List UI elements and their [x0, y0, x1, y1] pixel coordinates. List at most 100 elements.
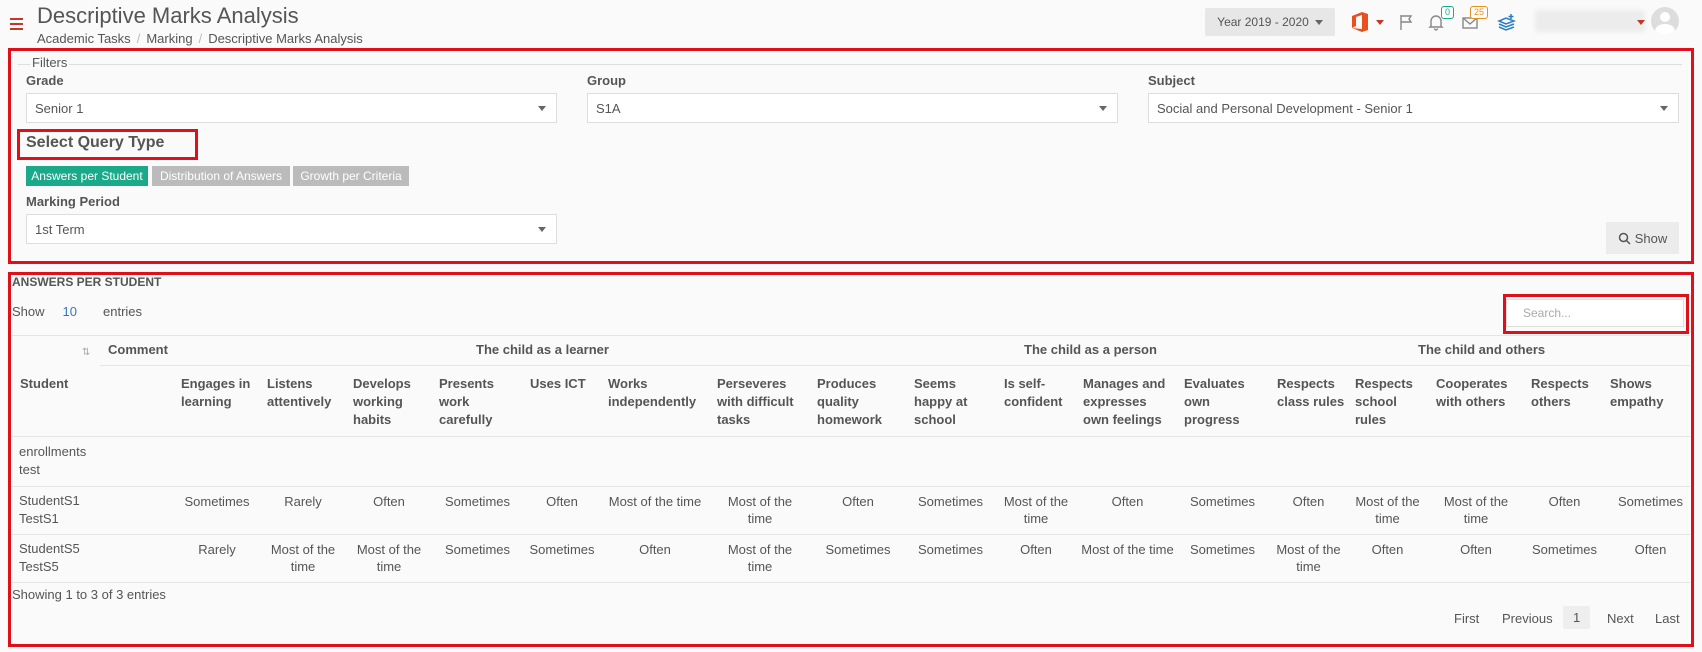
table-border — [12, 582, 1690, 583]
avatar[interactable] — [1651, 7, 1679, 35]
column-header[interactable]: Respects others — [1531, 375, 1601, 411]
table-cell: Often — [639, 542, 671, 557]
bell-icon[interactable]: 0 — [1424, 6, 1454, 34]
table-cell: Most of the time — [608, 494, 702, 509]
breadcrumb-item[interactable]: Marking — [146, 31, 192, 46]
envelope-icon[interactable]: 25 — [1458, 6, 1488, 34]
student-name: StudentS1 TestS1 — [19, 493, 80, 526]
student-name: enrollments test — [19, 444, 87, 477]
breadcrumb: Academic Tasks / Marking / Descriptive Marks… — [37, 31, 363, 46]
show-button[interactable]: Show — [1606, 222, 1679, 254]
table-cell: Sometimes — [917, 542, 984, 557]
column-header[interactable]: Manages and expresses own feelings — [1083, 375, 1168, 429]
entries-length: Show 10 entries — [12, 304, 142, 319]
table-cell: Sometimes — [529, 542, 595, 557]
show-label: Show — [12, 304, 45, 319]
table-cell: Often — [1634, 542, 1667, 557]
table-cell: Most of the time — [1355, 494, 1420, 526]
grade-select[interactable]: Senior 1 — [26, 93, 557, 123]
table-cell: Most of the time — [727, 542, 793, 574]
table-border — [12, 486, 1690, 487]
table-cell: Sometimes — [1531, 542, 1598, 557]
table-cell: Often — [373, 494, 405, 509]
marking-period-select[interactable]: 1st Term — [26, 214, 557, 244]
year-selector[interactable]: Year 2019 - 2020 — [1205, 8, 1335, 36]
group-select[interactable]: S1A — [587, 93, 1118, 123]
sort-icon[interactable]: ⇅ — [82, 347, 90, 358]
grade-label: Grade — [26, 73, 64, 88]
pagination-previous[interactable]: Previous — [1502, 611, 1553, 626]
chevron-down-icon — [538, 227, 546, 232]
year-label: Year 2019 - 2020 — [1217, 15, 1309, 29]
table-cell: Most of the time — [1443, 494, 1509, 526]
table-cell: Sometimes — [184, 494, 250, 509]
column-header[interactable]: Shows empathy — [1610, 375, 1680, 411]
column-header[interactable]: Seems happy at school — [914, 375, 994, 429]
entries-select[interactable]: 10 — [63, 304, 77, 319]
page-title: Descriptive Marks Analysis — [37, 3, 299, 28]
chevron-down-icon — [1660, 106, 1668, 111]
subject-label: Subject — [1148, 73, 1195, 88]
query-growth-button[interactable]: Growth per Criteria — [293, 166, 409, 186]
search-placeholder: Search... — [1523, 306, 1572, 320]
marking-period-label: Marking Period — [26, 194, 120, 209]
table-cell: Often — [1460, 542, 1492, 557]
show-button-label: Show — [1634, 230, 1668, 246]
column-header[interactable]: Works independently — [608, 375, 703, 411]
table-cell: Sometimes — [444, 542, 511, 557]
group-header-learner: The child as a learner — [476, 342, 609, 357]
user-caret-icon[interactable] — [1637, 20, 1645, 25]
pagination-next[interactable]: Next — [1607, 611, 1634, 626]
table-border — [12, 534, 1690, 535]
table-cell: Rarely — [284, 494, 322, 509]
query-answers-per-student-button[interactable]: Answers per Student — [26, 166, 148, 186]
column-header[interactable]: Produces quality homework — [817, 375, 897, 429]
column-header[interactable]: Uses ICT — [530, 375, 590, 393]
subject-select[interactable]: Social and Personal Development - Senior… — [1148, 93, 1679, 123]
group-header-person: The child as a person — [1024, 342, 1157, 357]
chevron-down-icon — [538, 106, 546, 111]
table-cell: Most of the time — [356, 542, 422, 574]
column-header[interactable]: Cooperates with others — [1436, 375, 1521, 411]
table-border — [12, 335, 1690, 336]
group-label: Group — [587, 73, 626, 88]
filters-legend: Filters — [30, 55, 70, 70]
office-icon[interactable] — [1348, 10, 1372, 34]
column-header[interactable]: Respects school rules — [1355, 375, 1425, 429]
messages-badge: 25 — [1469, 6, 1488, 19]
column-header[interactable]: Develops working habits — [353, 375, 423, 429]
group-header-others: The child and others — [1418, 342, 1546, 357]
office-caret-icon[interactable] — [1376, 20, 1384, 25]
section-title: ANSWERS PER STUDENT — [12, 275, 162, 289]
table-cell: Most of the time — [1003, 494, 1069, 526]
column-header[interactable]: Engages in learning — [181, 375, 251, 411]
column-header[interactable]: Respects class rules — [1277, 375, 1347, 411]
search-input[interactable]: Search... — [1506, 299, 1684, 327]
group-value: S1A — [596, 100, 621, 116]
table-cell: Often — [1020, 542, 1052, 557]
table-cell: Sometimes — [444, 494, 511, 509]
entries-label: entries — [103, 304, 143, 319]
query-distribution-button[interactable]: Distribution of Answers — [152, 166, 290, 186]
pagination-first[interactable]: First — [1454, 611, 1479, 626]
table-cell: Sometimes — [1189, 494, 1256, 509]
breadcrumb-item[interactable]: Academic Tasks — [37, 31, 131, 46]
column-header[interactable]: Perseveres with difficult tasks — [717, 375, 802, 429]
table-cell: Sometimes — [1617, 494, 1684, 509]
grade-value: Senior 1 — [35, 100, 84, 116]
column-header[interactable]: Evaluates own progress — [1184, 375, 1254, 429]
layers-add-icon[interactable] — [1495, 10, 1519, 34]
table-cell: Often — [1371, 542, 1404, 557]
column-header[interactable]: Presents work carefully — [439, 375, 509, 429]
query-type-title: Select Query Type — [26, 134, 165, 151]
user-name[interactable] — [1535, 10, 1645, 32]
flag-icon[interactable] — [1395, 10, 1419, 34]
results-highlight — [8, 272, 1694, 647]
column-header[interactable]: Listens attentively — [267, 375, 337, 411]
table-cell: Often — [1548, 494, 1581, 509]
pagination-last[interactable]: Last — [1655, 611, 1680, 626]
pagination-current[interactable]: 1 — [1563, 606, 1591, 629]
menu-icon[interactable] — [10, 18, 23, 33]
column-header[interactable]: Is self-confident — [1004, 375, 1072, 411]
student-header[interactable]: Student — [20, 376, 68, 391]
